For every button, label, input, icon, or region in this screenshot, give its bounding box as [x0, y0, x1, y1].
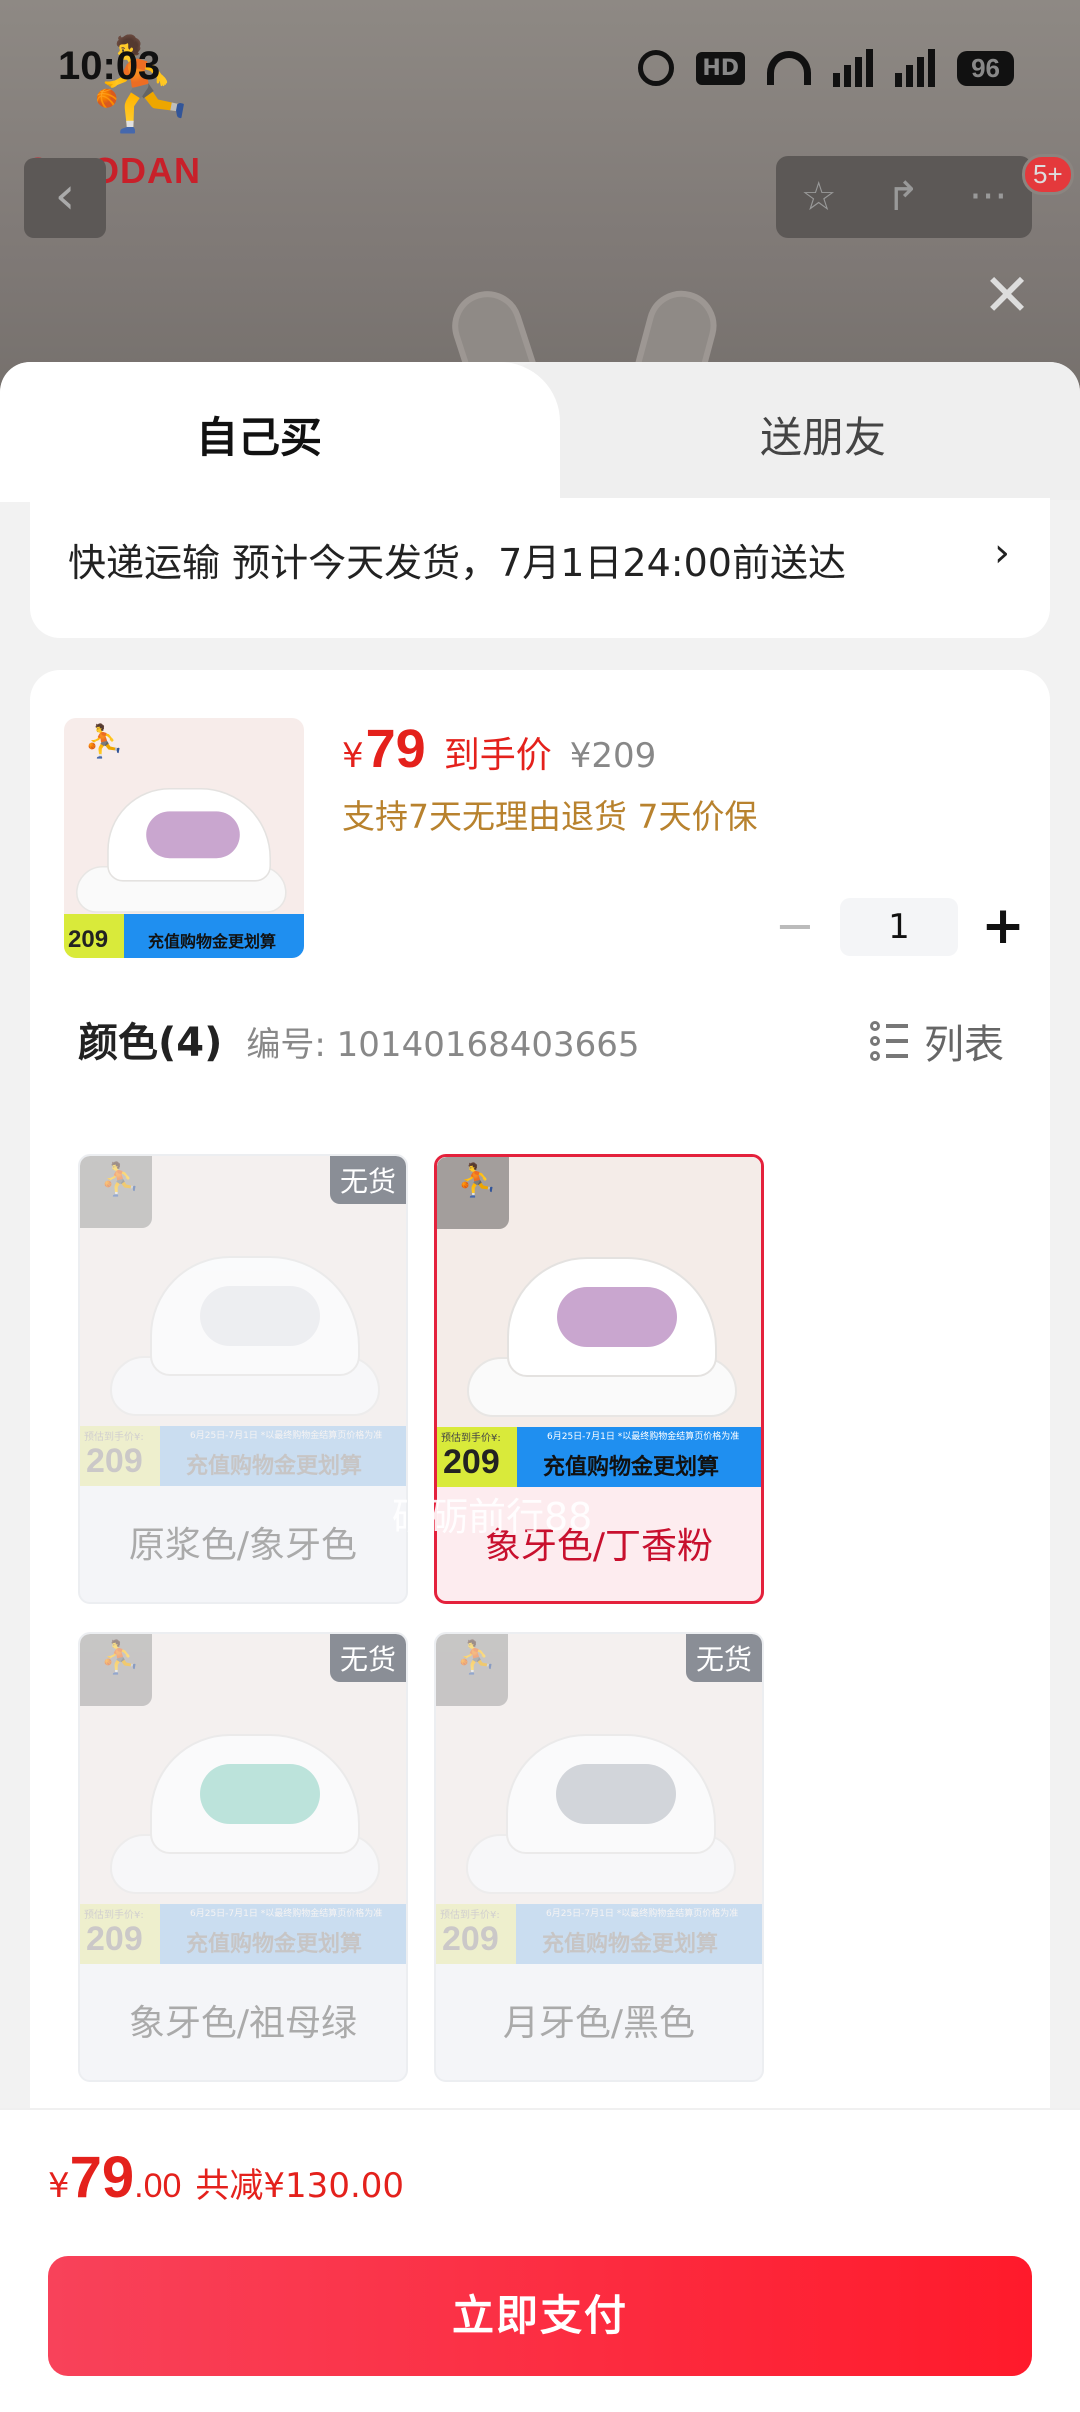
wifi-icon	[767, 48, 812, 88]
promo-strip: 预估到手价¥: 209 6月25日-7月1日 *以最终购物金结算页价格为准 充值购物金…	[80, 1904, 406, 1964]
pay-now-button[interactable]: 立即支付	[48, 2256, 1032, 2376]
return-policy: 支持7天无理由退货 7天价保	[342, 797, 758, 836]
color-variant-card[interactable]: 预估到手价¥:2096月25日-7月1日 *以最终购物金结算页价格为准充值购物金…	[78, 1154, 408, 1604]
hd-icon: HD	[696, 48, 746, 88]
product-card: 209 充值购物金更划算 ¥ 79 到手价 ¥209 支持7天无理由退货 7天价…	[30, 670, 1050, 2170]
header-actions: ☆ ↱ ···	[776, 156, 1032, 238]
brand-logo-icon	[436, 1634, 508, 1706]
status-icons: HD 96	[638, 48, 1014, 88]
plus-icon[interactable]: +	[978, 900, 1028, 952]
brand-logo-icon	[437, 1157, 509, 1229]
delivery-info: 快递运输 预计今天发货，7月1日24:00前送达	[68, 541, 846, 585]
list-view-toggle[interactable]: 列表	[870, 1012, 1004, 1070]
color-title: 颜色(4)	[78, 1020, 223, 1066]
chevron-right-icon: ›	[994, 530, 1010, 576]
signal-icon	[833, 48, 874, 88]
color-variant-card[interactable]: 预估到手价¥:2096月25日-7月1日 *以最终购物金结算页价格为准充值购物金…	[434, 1632, 764, 2082]
purchase-tabs: 自己买 送朋友	[0, 362, 1080, 502]
more-icon[interactable]: ···	[969, 174, 1007, 220]
status-time: 10:03	[58, 44, 161, 88]
total-decimal: .00	[134, 2167, 182, 2205]
product-thumbnail[interactable]: 209 充值购物金更划算	[64, 718, 304, 958]
promo-strip: 预估到手价¥: 209 6月25日-7月1日 *以最终购物金结算页价格为准 充值购物金…	[80, 1426, 406, 1486]
minus-icon[interactable]: −	[770, 902, 820, 952]
price-tag: 到手价	[443, 735, 552, 776]
color-variant-card[interactable]: 预估到手价¥:2096月25日-7月1日 *以最终购物金结算页价格为准充值购物金…	[78, 1632, 408, 2082]
variant-label: 象牙色/祖母绿	[128, 2003, 358, 2044]
checkout-bar: ¥ 79 .00 共减¥130.00 立即支付	[0, 2108, 1080, 2412]
signal-icon	[895, 48, 936, 88]
variant-label: 月牙色/黑色	[502, 2003, 696, 2044]
variant-label: 原浆色/象牙色	[128, 1525, 358, 1566]
variant-image: 预估到手价¥:2096月25日-7月1日 *以最终购物金结算页价格为准充值购物金…	[80, 1634, 406, 1964]
sold-out-badge: 无货	[329, 1156, 406, 1204]
variant-image: 预估到手价¥:2096月25日-7月1日 *以最终购物金结算页价格为准充值购物金…	[437, 1157, 761, 1487]
delivery-card[interactable]: 快递运输 预计今天发货，7月1日24:00前送达 ›	[30, 498, 1050, 638]
shoe-image	[467, 1257, 737, 1417]
shoe-image	[110, 1734, 380, 1894]
back-button[interactable]: ‹	[24, 158, 106, 238]
variant-image: 预估到手价¥:2096月25日-7月1日 *以最终购物金结算页价格为准充值购物金…	[80, 1156, 406, 1486]
status-bar: 10:03 HD 96	[0, 0, 1080, 140]
tab-self-buy-label[interactable]: 自己买	[196, 404, 322, 465]
sold-out-badge: 无货	[329, 1634, 406, 1682]
total-price: ¥ 79 .00 共减¥130.00	[48, 2144, 404, 2211]
product-code: 编号: 10140168403665	[246, 1025, 640, 1065]
total-savings: 共减¥130.00	[195, 2166, 405, 2206]
sold-out-badge: 无货	[685, 1634, 762, 1682]
chevron-left-icon: ‹	[54, 166, 76, 226]
quantity-field[interactable]: 1	[840, 898, 958, 956]
price-currency: ¥	[342, 736, 364, 776]
tab-gift-label[interactable]: 送朋友	[760, 404, 886, 465]
variant-image: 预估到手价¥:2096月25日-7月1日 *以最终购物金结算页价格为准充值购物金…	[436, 1634, 762, 1964]
message-badge: 5+	[1022, 154, 1074, 195]
original-price: ¥209	[569, 736, 657, 776]
total-integer: 79	[69, 2145, 135, 2210]
close-icon[interactable]: ✕	[982, 266, 1032, 324]
brand-logo-icon	[80, 1156, 152, 1228]
promo-strip: 预估到手价¥: 209 6月25日-7月1日 *以最终购物金结算页价格为准 充值购物金…	[436, 1904, 762, 1964]
brand-logo-icon	[64, 718, 136, 790]
color-header: 颜色(4) 编号: 10140168403665	[78, 1010, 640, 1068]
shoe-image	[110, 1256, 380, 1416]
shoe-image	[466, 1734, 736, 1894]
price-line: ¥ 79 到手价 ¥209	[342, 718, 656, 780]
promo-strip: 预估到手价¥: 209 6月25日-7月1日 *以最终购物金结算页价格为准 充值购物金…	[437, 1427, 761, 1487]
list-icon	[870, 1021, 910, 1061]
alarm-icon	[638, 48, 675, 88]
battery-icon: 96	[957, 48, 1014, 88]
watermark-text: 砥砺前行88	[392, 1495, 593, 1539]
list-view-label: 列表	[924, 1022, 1004, 1068]
quantity-stepper: − 1 +	[770, 898, 1028, 956]
purchase-sheet: 自己买 送朋友 快递运输 预计今天发货，7月1日24:00前送达 › 209 充…	[0, 362, 1080, 2412]
total-currency: ¥	[48, 2166, 70, 2206]
final-price: 79	[365, 719, 426, 779]
share-icon[interactable]: ↱	[886, 174, 920, 220]
star-icon[interactable]: ☆	[801, 174, 837, 220]
brand-logo-icon	[80, 1634, 152, 1706]
